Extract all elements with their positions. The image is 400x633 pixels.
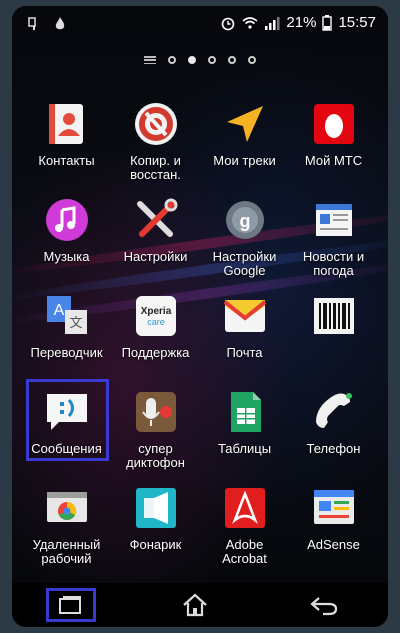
app-mail[interactable]: Почта (200, 286, 289, 382)
page-dot[interactable] (228, 56, 236, 64)
app-phone[interactable]: Телефон (289, 382, 378, 478)
remote-desktop-icon (43, 484, 91, 532)
xperia-care-text-1: Xperia (140, 306, 171, 317)
flashlight-icon (132, 484, 180, 532)
navigation-bar (12, 583, 388, 627)
app-my-tracks[interactable]: Мои треки (200, 94, 289, 190)
highlight-messages (26, 379, 109, 461)
home-button[interactable] (165, 587, 225, 623)
settings-icon (132, 196, 180, 244)
app-backup[interactable]: Копир. и восстан. (111, 94, 200, 190)
sheets-icon (221, 388, 269, 436)
home-icon (183, 593, 207, 617)
phone-icon (310, 388, 358, 436)
signal-icon (265, 16, 280, 30)
apps-menu-icon[interactable] (144, 56, 156, 64)
svg-text:g: g (239, 211, 250, 231)
app-my-mts[interactable]: Мой МТС (289, 94, 378, 190)
app-news-weather[interactable]: Новости и погода (289, 190, 378, 286)
app-super-recorder[interactable]: супер диктофон (111, 382, 200, 478)
xperia-care-text-2: care (147, 317, 165, 327)
recent-apps-icon (59, 596, 82, 614)
back-icon (309, 597, 337, 616)
mail-icon (221, 292, 269, 340)
page-dot[interactable] (168, 56, 176, 64)
app-grid: Контакты Копир. и восстан. Мои треки Мой… (22, 94, 378, 574)
app-remote-desktop[interactable]: Удаленный рабочий (22, 478, 111, 574)
news-icon (310, 196, 358, 244)
usb-icon (28, 17, 36, 30)
acrobat-icon (221, 484, 269, 532)
app-adobe-acrobat[interactable]: Adobe Acrobat (200, 478, 289, 574)
adsense-icon (310, 484, 358, 532)
backup-icon (132, 100, 180, 148)
flame-icon (55, 17, 65, 30)
xperia-care-icon: Xperia care (132, 292, 180, 340)
music-icon (43, 196, 91, 244)
app-translate[interactable]: A文 Переводчик (22, 286, 111, 382)
wifi-icon (242, 16, 258, 29)
app-support[interactable]: Xperia care Поддержка (111, 286, 200, 382)
status-bar: 21% 15:57 (12, 6, 388, 42)
app-music[interactable]: Музыка (22, 190, 111, 286)
back-button[interactable] (294, 587, 354, 623)
app-sheets[interactable]: Таблицы (200, 382, 289, 478)
app-barcode[interactable] (289, 286, 378, 382)
translate-icon: A文 (43, 292, 91, 340)
recent-apps-button[interactable] (46, 588, 97, 622)
app-adsense[interactable]: AdSense (289, 478, 378, 574)
svg-text:A: A (53, 302, 64, 319)
google-settings-icon: g (221, 196, 269, 244)
contacts-icon (43, 100, 91, 148)
page-dot[interactable] (208, 56, 216, 64)
recorder-icon (132, 388, 180, 436)
phone-screen: 21% 15:57 Контакты Копир. и восстан. Мои… (12, 6, 388, 627)
battery-percent: 21% (286, 14, 317, 31)
page-indicator[interactable] (12, 56, 388, 64)
app-google-settings[interactable]: g Настройки Google (200, 190, 289, 286)
app-settings[interactable]: Настройки (111, 190, 200, 286)
svg-text:文: 文 (69, 315, 82, 330)
page-dot[interactable] (248, 56, 256, 64)
app-flashlight[interactable]: Фонарик (111, 478, 200, 574)
clock: 15:57 (338, 14, 376, 31)
page-dot-active[interactable] (188, 56, 196, 64)
alarm-icon (222, 17, 235, 30)
barcode-icon (310, 292, 358, 340)
tracks-icon (221, 100, 269, 148)
app-contacts[interactable]: Контакты (22, 94, 111, 190)
battery-icon (322, 14, 333, 31)
mts-icon (310, 100, 358, 148)
